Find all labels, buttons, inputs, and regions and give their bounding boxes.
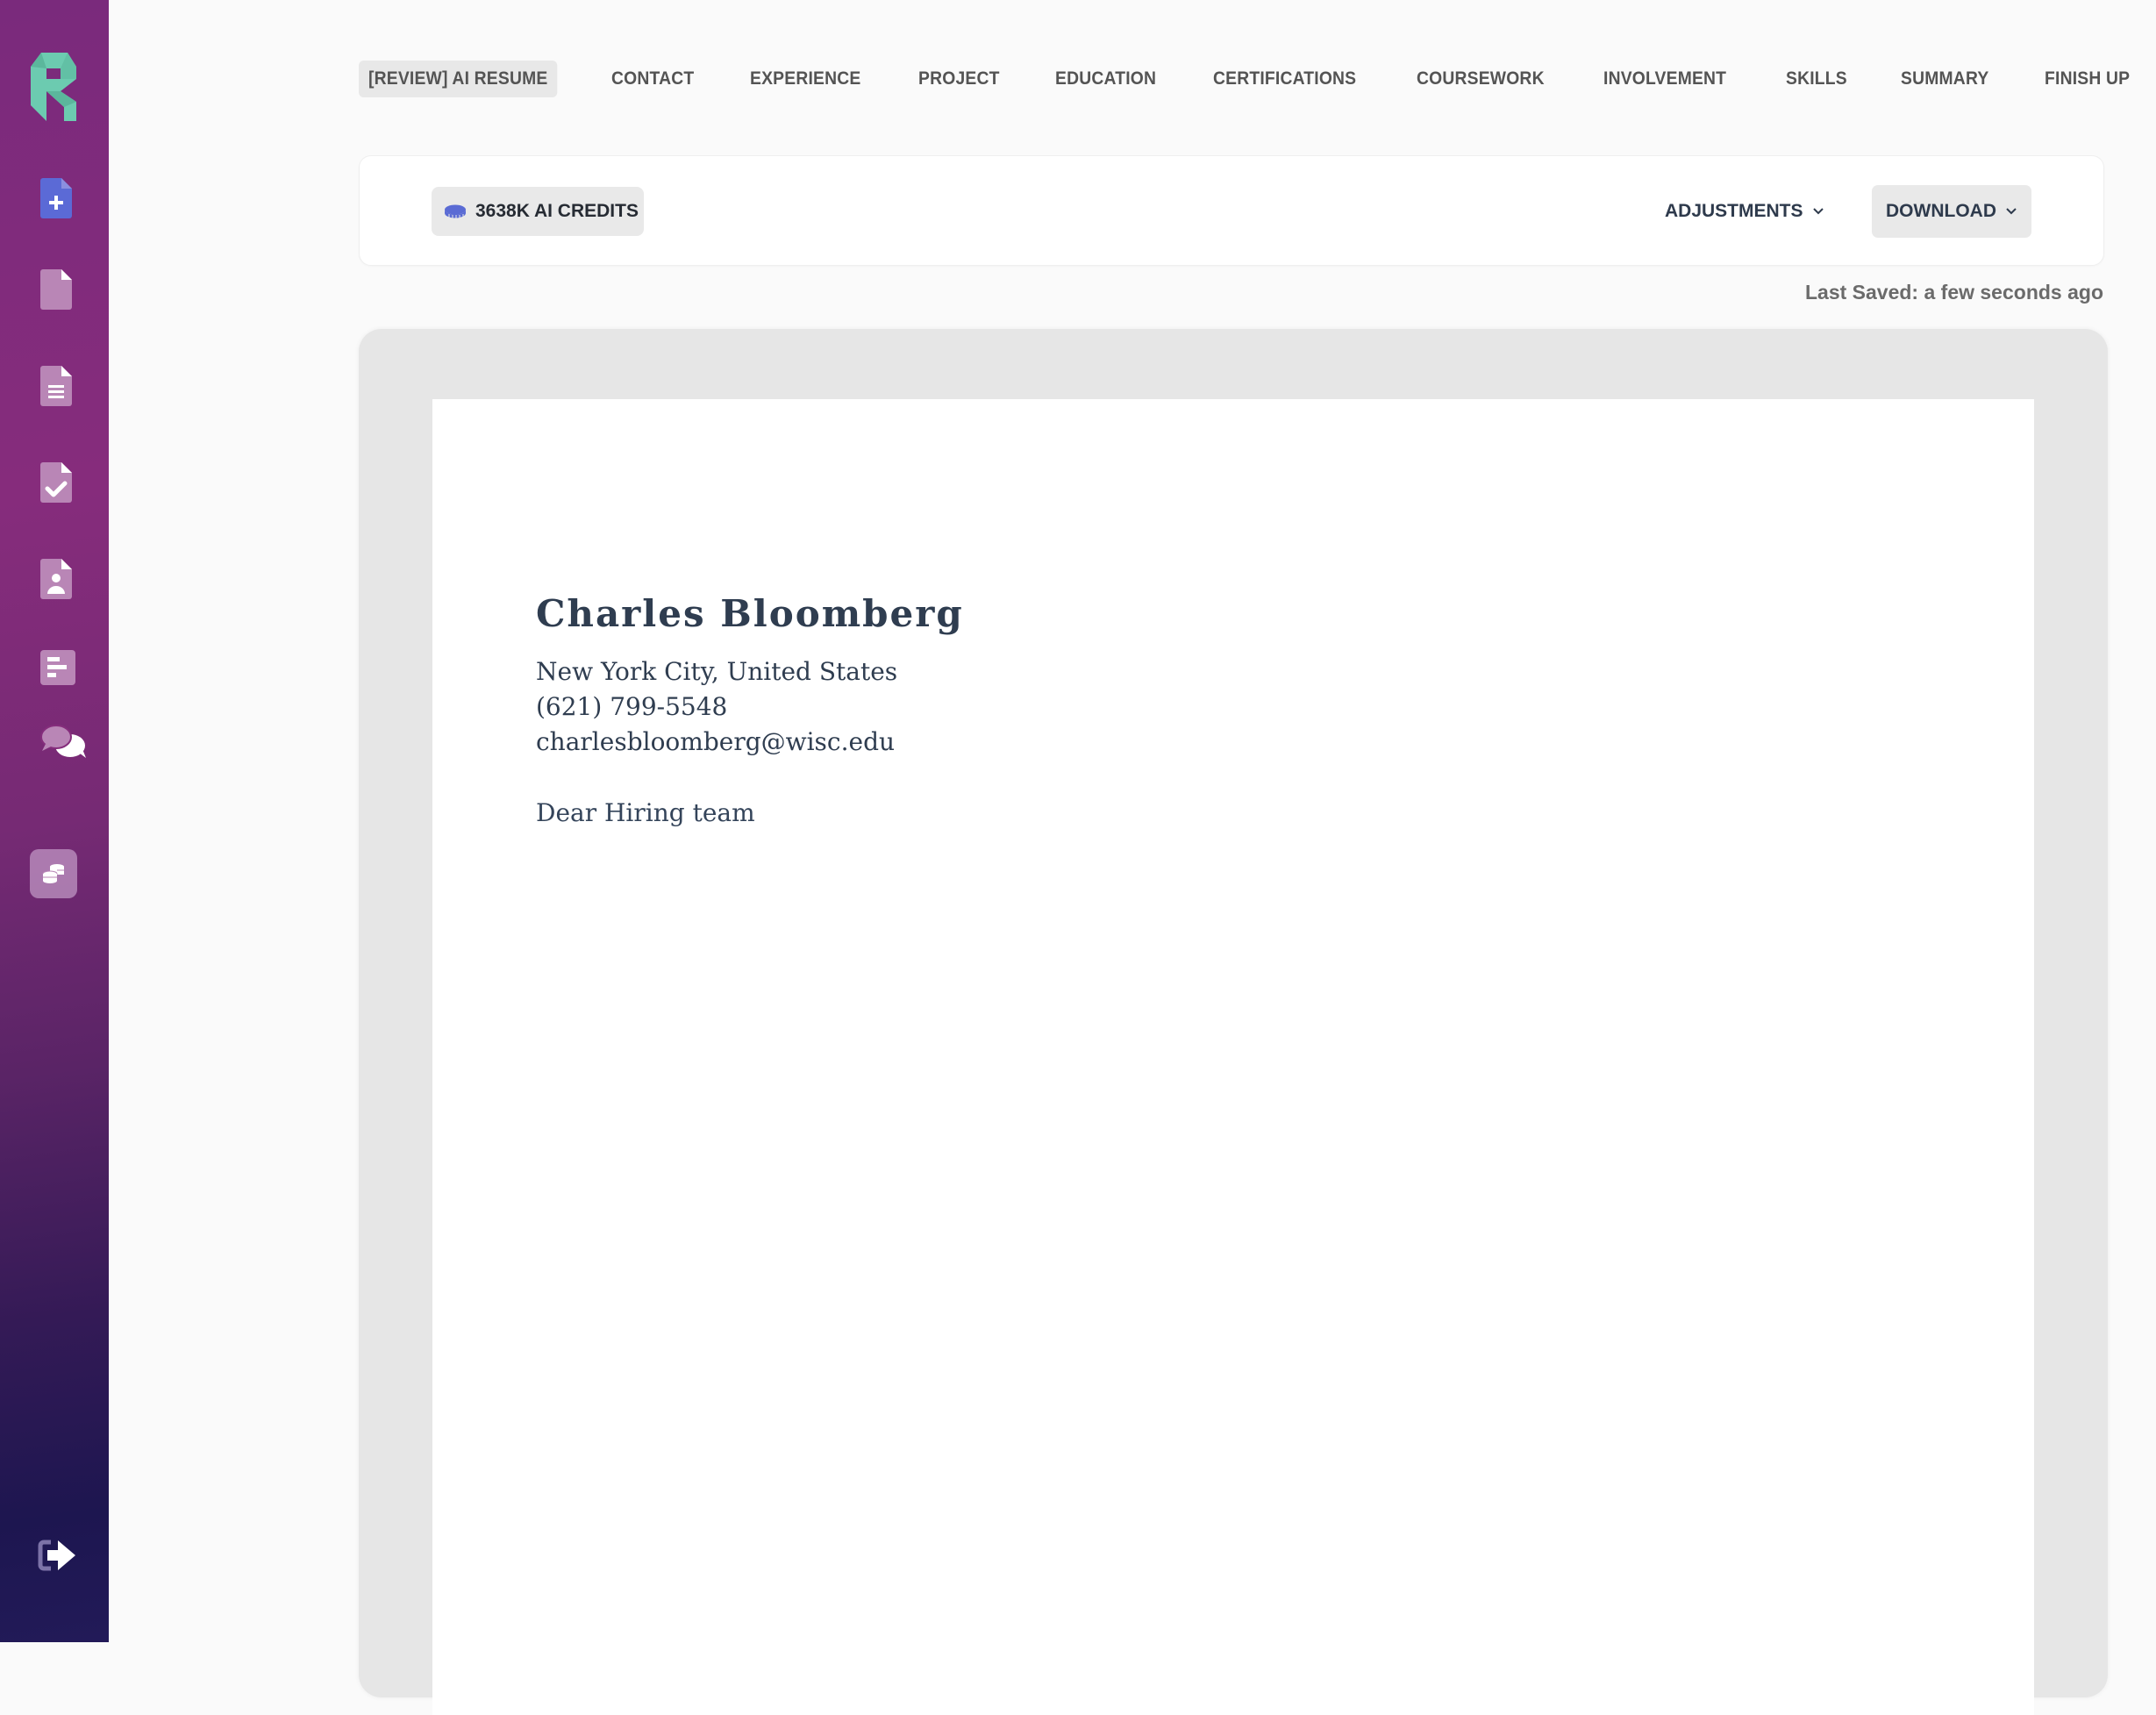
tab-involvement[interactable]: INVOLVEMENT xyxy=(1594,61,1736,97)
tab-education[interactable]: EDUCATION xyxy=(1046,61,1166,97)
new-document-icon[interactable] xyxy=(40,178,72,218)
ai-credits-button[interactable]: 3638K AI CREDITS xyxy=(432,187,644,236)
chevron-down-icon xyxy=(1812,208,1824,215)
location-text: New York City, United States xyxy=(536,657,898,686)
tab-experience[interactable]: EXPERIENCE xyxy=(740,61,870,97)
applicant-name: Charles Bloomberg xyxy=(536,592,964,635)
email-text: charlesbloomberg@wisc.edu xyxy=(536,727,896,756)
tab-review-ai-resume[interactable]: [REVIEW] AI RESUME xyxy=(359,61,558,97)
chat-bubbles-icon[interactable] xyxy=(40,725,88,760)
logout-icon[interactable] xyxy=(37,1539,77,1572)
sidebar xyxy=(0,0,109,1642)
document-preview: Charles Bloomberg New York City, United … xyxy=(359,329,2108,1715)
tab-summary[interactable]: SUMMARY xyxy=(1891,61,1998,97)
cover-letter-page[interactable]: Charles Bloomberg New York City, United … xyxy=(432,399,2034,1715)
document-check-icon[interactable] xyxy=(40,462,72,503)
adjustments-label: ADJUSTMENTS xyxy=(1665,201,1803,221)
document-icon[interactable] xyxy=(40,269,72,310)
logo-icon[interactable] xyxy=(29,51,78,123)
download-dropdown[interactable]: DOWNLOAD xyxy=(1872,185,2031,238)
last-saved-status: Last Saved: a few seconds ago xyxy=(1804,281,2103,304)
ai-credits-label: 3638K AI CREDITS xyxy=(475,201,639,221)
adjustments-dropdown[interactable]: ADJUSTMENTS xyxy=(1665,187,1824,236)
section-tabs: [REVIEW] AI RESUME CONTACT EXPERIENCE PR… xyxy=(359,61,2156,97)
tab-project[interactable]: PROJECT xyxy=(909,61,1010,97)
document-lines-icon[interactable] xyxy=(40,366,72,406)
download-label: DOWNLOAD xyxy=(1886,201,1996,221)
phone-text: (621) 799-5548 xyxy=(536,692,728,721)
editor-toolbar: 3638K AI CREDITS ADJUSTMENTS DOWNLOAD xyxy=(359,155,2104,266)
contact-block: New York City, United States (621) 799-5… xyxy=(536,654,964,760)
greeting-text: Dear Hiring team xyxy=(536,798,755,827)
chevron-down-icon xyxy=(2006,208,2017,215)
bar-chart-icon[interactable] xyxy=(40,650,75,685)
cover-letter-content: Charles Bloomberg New York City, United … xyxy=(536,592,964,827)
tab-coursework[interactable]: COURSEWORK xyxy=(1407,61,1554,97)
tab-skills[interactable]: SKILLS xyxy=(1776,61,1857,97)
document-person-icon[interactable] xyxy=(40,559,72,599)
coins-icon[interactable] xyxy=(30,849,77,898)
tab-certifications[interactable]: CERTIFICATIONS xyxy=(1203,61,1366,97)
tab-finish-up[interactable]: FINISH UP xyxy=(2035,61,2139,97)
tab-contact[interactable]: CONTACT xyxy=(602,61,703,97)
coin-icon xyxy=(445,204,466,218)
